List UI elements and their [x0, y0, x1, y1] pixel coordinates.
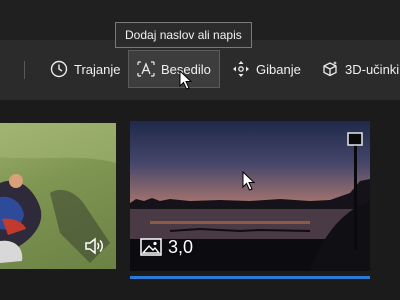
mouse-cursor [179, 70, 193, 90]
duration-button[interactable]: Trajanje [50, 50, 120, 88]
text-icon [137, 61, 155, 77]
clock-icon [50, 60, 68, 78]
image-icon [140, 238, 162, 256]
text-button[interactable]: Besedilo [128, 50, 220, 88]
3d-effects-button-label: 3D-učinki [345, 61, 400, 77]
clip-progress-bar [130, 276, 370, 279]
motion-button[interactable]: Gibanje [232, 50, 301, 88]
storyboard-clip[interactable] [0, 123, 116, 269]
speaker-icon [85, 237, 103, 255]
motion-icon [233, 61, 249, 77]
tooltip: Dodaj naslov ali napis [115, 22, 252, 48]
storyboard-clip-selected[interactable] [130, 121, 370, 271]
3d-effects-icon [323, 61, 337, 77]
motion-button-label: Gibanje [256, 61, 301, 77]
3d-effects-button[interactable]: 3D-učinki [321, 50, 399, 88]
duration-button-label: Trajanje [74, 61, 121, 77]
clip-thumbnail [130, 132, 370, 271]
tooltip-text: Dodaj naslov ali napis [125, 28, 242, 42]
toolbar-separator [24, 61, 25, 79]
mouse-cursor [242, 171, 256, 191]
clip-duration: 3,0 [168, 237, 194, 257]
